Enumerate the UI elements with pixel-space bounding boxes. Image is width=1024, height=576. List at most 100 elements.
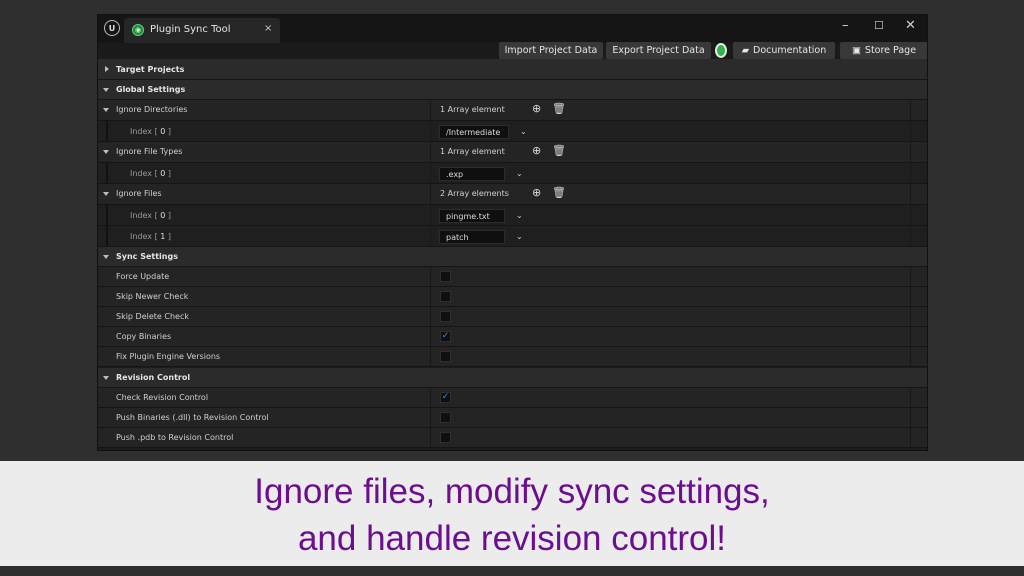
trash-icon[interactable]: 🗑: [552, 102, 566, 115]
file-value-input[interactable]: patch: [439, 230, 505, 244]
status-indicator-icon[interactable]: [715, 43, 727, 58]
column-divider: [910, 428, 911, 447]
category-sync-settings[interactable]: Sync Settings: [98, 247, 927, 267]
checkbox[interactable]: [440, 412, 451, 423]
close-button[interactable]: ✕: [905, 18, 916, 33]
column-divider: [430, 327, 431, 346]
column-divider: [430, 287, 431, 306]
category-global-settings[interactable]: Global Settings: [98, 80, 927, 100]
index-label: Index [ 1 ]: [130, 232, 171, 241]
property-ignore-file-types[interactable]: Ignore File Types 1 Array element ⊕ 🗑: [98, 142, 927, 163]
column-divider: [910, 287, 911, 306]
trash-icon[interactable]: 🗑: [552, 186, 566, 199]
trash-icon[interactable]: 🗑: [552, 144, 566, 157]
toolbar: Import Project Data Export Project Data …: [98, 42, 927, 60]
export-project-data-button[interactable]: Export Project Data: [606, 42, 711, 59]
array-element-row: Index [ 0 ] pingme.txt ⌄: [98, 205, 927, 226]
column-divider: [910, 184, 911, 204]
checkbox[interactable]: [440, 432, 451, 443]
checkbox[interactable]: [440, 311, 451, 322]
array-count: 2 Array elements: [440, 189, 509, 198]
export-label: Export Project Data: [612, 45, 705, 56]
indent-bar: [106, 205, 108, 225]
index-label: Index [ 0 ]: [130, 169, 171, 178]
caption-line-2: and handle revision control!: [297, 519, 727, 558]
collapse-arrow-icon[interactable]: [103, 88, 109, 92]
add-element-icon[interactable]: ⊕: [532, 102, 541, 115]
column-divider: [910, 388, 911, 407]
column-divider: [910, 347, 911, 366]
bool-property-row: Push Binaries (.dll) to Revision Control: [98, 408, 927, 428]
import-label: Import Project Data: [504, 45, 598, 56]
bool-property-row: Skip Newer Check: [98, 287, 927, 307]
checkbox[interactable]: [440, 351, 451, 362]
category-label: Sync Settings: [116, 252, 178, 261]
property-label: Fix Plugin Engine Versions: [116, 352, 221, 361]
category-label: Target Projects: [116, 65, 185, 74]
column-divider: [430, 205, 431, 225]
column-divider: [430, 184, 431, 204]
chevron-down-icon[interactable]: ⌄: [516, 232, 523, 241]
bool-property-row: Fix Plugin Engine Versions: [98, 347, 927, 367]
column-divider: [910, 205, 911, 225]
property-ignore-directories[interactable]: Ignore Directories 1 Array element ⊕ 🗑: [98, 100, 927, 121]
property-label: Copy Binaries: [116, 332, 172, 341]
file-type-value-input[interactable]: .exp: [439, 167, 505, 181]
column-divider: [430, 347, 431, 366]
checkbox[interactable]: [440, 271, 451, 282]
minimize-button[interactable]: –: [842, 18, 849, 33]
property-label: Ignore Files: [116, 189, 162, 198]
indent-bar: [106, 163, 108, 183]
bool-property-row: Skip Delete Check: [98, 307, 927, 327]
tab-close-icon[interactable]: ×: [264, 23, 272, 34]
maximize-button[interactable]: ☐: [874, 19, 884, 32]
unreal-logo-icon[interactable]: U: [104, 20, 120, 36]
property-label: Force Update: [116, 272, 170, 281]
chevron-down-icon[interactable]: ⌄: [516, 169, 523, 178]
column-divider: [910, 142, 911, 162]
column-divider: [910, 226, 911, 246]
category-label: Global Settings: [116, 85, 186, 94]
add-element-icon[interactable]: ⊕: [532, 144, 541, 157]
expand-arrow-icon[interactable]: [105, 66, 109, 72]
index-label: Index [ 0 ]: [130, 211, 171, 220]
collapse-arrow-icon[interactable]: [103, 108, 109, 112]
plugin-sync-tool-window: U ◉ Plugin Sync Tool × – ☐ ✕ Import Proj…: [97, 14, 928, 451]
chevron-down-icon[interactable]: ⌄: [516, 211, 523, 220]
checkbox[interactable]: ✓: [440, 392, 451, 403]
file-value-input[interactable]: pingme.txt: [439, 209, 505, 223]
property-label: Check Revision Control: [116, 393, 209, 402]
bool-property-row: Copy Binaries ✓: [98, 327, 927, 347]
checkbox[interactable]: ✓: [440, 331, 451, 342]
column-divider: [430, 408, 431, 427]
property-label: Push Binaries (.dll) to Revision Control: [116, 413, 269, 422]
category-target-projects[interactable]: Target Projects: [98, 59, 927, 80]
store-page-button[interactable]: ▣ Store Page: [840, 42, 927, 59]
caption-banner: Ignore files, modify sync settings, and …: [0, 461, 1024, 566]
collapse-arrow-icon[interactable]: [103, 192, 109, 196]
collapse-arrow-icon[interactable]: [103, 255, 109, 259]
check-icon: ✓: [441, 392, 450, 402]
property-label: Ignore Directories: [116, 105, 188, 114]
indent-bar: [106, 226, 108, 246]
caption-line-1: Ignore files, modify sync settings,: [254, 472, 770, 511]
store-page-label: Store Page: [864, 45, 917, 56]
checkbox[interactable]: [440, 291, 451, 302]
tab-plugin-sync-tool[interactable]: ◉ Plugin Sync Tool ×: [124, 18, 280, 43]
bool-property-row: Push .pdb to Revision Control: [98, 428, 927, 448]
column-divider: [430, 121, 431, 141]
directory-value-input[interactable]: /Intermediate: [439, 125, 509, 139]
array-count: 1 Array element: [440, 105, 505, 114]
column-divider: [910, 163, 911, 183]
column-divider: [430, 163, 431, 183]
collapse-arrow-icon[interactable]: [103, 376, 109, 380]
chevron-down-icon[interactable]: ⌄: [520, 127, 527, 136]
property-ignore-files[interactable]: Ignore Files 2 Array elements ⊕ 🗑: [98, 184, 927, 205]
bool-property-row: Check Revision Control ✓: [98, 388, 927, 408]
import-project-data-button[interactable]: Import Project Data: [499, 42, 603, 59]
documentation-button[interactable]: ▰ Documentation: [733, 42, 835, 59]
collapse-arrow-icon[interactable]: [103, 150, 109, 154]
add-element-icon[interactable]: ⊕: [532, 186, 541, 199]
category-revision-control[interactable]: Revision Control: [98, 368, 927, 388]
array-element-row: Index [ 0 ] .exp ⌄: [98, 163, 927, 184]
